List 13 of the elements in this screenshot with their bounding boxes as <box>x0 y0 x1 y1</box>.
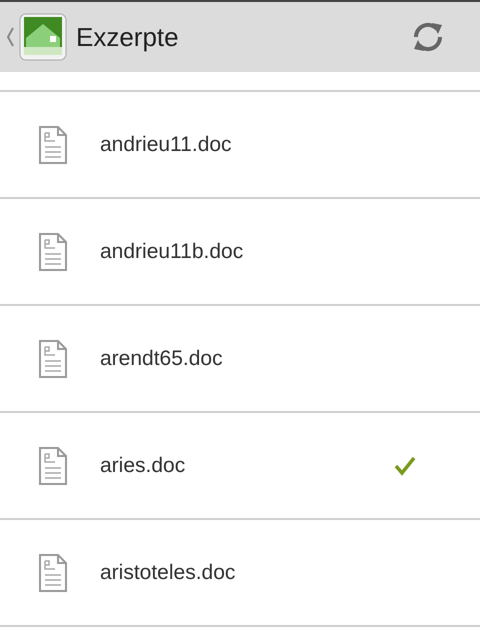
document-icon <box>38 338 68 378</box>
app-logo-icon[interactable] <box>18 12 68 62</box>
document-icon <box>38 124 68 164</box>
document-icon <box>38 446 68 486</box>
file-name[interactable]: andrieu11.doc <box>100 128 416 160</box>
document-icon <box>38 232 68 272</box>
file-name[interactable]: aristoteles.doc <box>100 556 416 588</box>
screen-title: Exzerpte <box>76 20 179 54</box>
file-name[interactable]: arendt65.doc <box>100 342 416 374</box>
file-name[interactable]: andrieu11b.doc <box>100 236 416 268</box>
back-caret-icon[interactable] <box>6 27 14 47</box>
file-name[interactable]: aries.doc <box>100 450 394 482</box>
document-icon <box>38 552 68 592</box>
